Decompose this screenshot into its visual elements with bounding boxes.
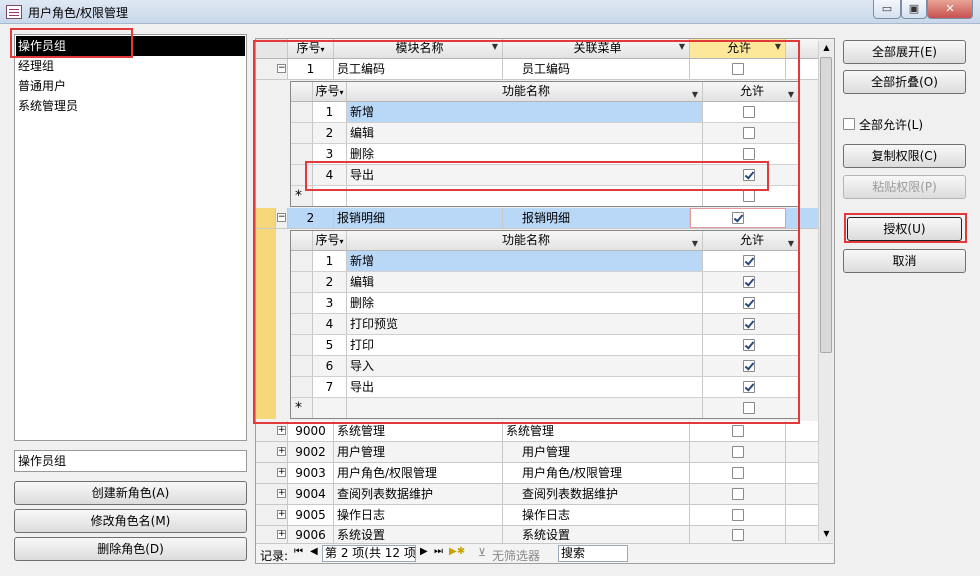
first-record-icon[interactable]: ⏮	[294, 546, 303, 557]
scroll-up-icon[interactable]: ▲	[821, 41, 832, 55]
table-row[interactable]: + 9002 用户管理 用户管理	[256, 442, 818, 463]
window-title: 用户角色/权限管理	[28, 6, 129, 20]
close-icon[interactable]: ✕	[927, 0, 973, 19]
cell-allow	[690, 484, 786, 504]
search-input[interactable]: 搜索	[558, 545, 628, 562]
collapse-all-button[interactable]: 全部折叠(O)	[843, 70, 966, 94]
app-icon	[6, 5, 22, 19]
cell-module: 查阅列表数据维护	[334, 484, 503, 504]
cell-allow	[690, 505, 786, 525]
cell-module: 用户管理	[334, 442, 503, 462]
table-row[interactable]: + 9000 系统管理 系统管理	[256, 421, 818, 442]
cell-menu: 操作日志	[503, 505, 690, 525]
next-record-icon[interactable]: ▶	[420, 546, 428, 557]
table-row[interactable]: + 9003 用户角色/权限管理 用户角色/权限管理	[256, 463, 818, 484]
checkbox[interactable]	[732, 467, 744, 479]
rename-role-button[interactable]: 修改角色名(M)	[14, 509, 247, 533]
checkbox[interactable]	[843, 118, 855, 130]
highlight-box	[10, 28, 133, 58]
table-row[interactable]: + 9004 查阅列表数据维护 查阅列表数据维护	[256, 484, 818, 505]
checkbox[interactable]	[732, 446, 744, 458]
expand-icon[interactable]: +	[277, 426, 286, 435]
expand-icon[interactable]: +	[277, 510, 286, 519]
cell-allow	[690, 421, 786, 441]
cell-allow	[690, 463, 786, 483]
role-list[interactable]: 操作员组 经理组 普通用户 系统管理员	[14, 34, 247, 441]
cell-menu: 系统设置	[503, 526, 690, 543]
expand-icon[interactable]: +	[277, 447, 286, 456]
cell-seq: 9004	[288, 484, 334, 504]
cell-module: 系统管理	[334, 421, 503, 441]
table-row[interactable]: + 9005 操作日志 操作日志	[256, 505, 818, 526]
record-position-input[interactable]: 第 2 项(共 12 项	[322, 545, 416, 562]
role-item[interactable]: 系统管理员	[16, 96, 245, 116]
checkbox[interactable]	[732, 488, 744, 500]
checkbox[interactable]	[732, 425, 744, 437]
highlight-box	[305, 161, 769, 191]
paste-permissions-button[interactable]: 粘贴权限(P)	[843, 175, 966, 199]
scroll-down-icon[interactable]: ▼	[821, 527, 832, 541]
checkbox[interactable]	[732, 509, 744, 521]
expand-all-button[interactable]: 全部展开(E)	[843, 40, 966, 64]
title-bar: 用户角色/权限管理 ▭ ▣ ✕	[0, 0, 980, 24]
create-role-button[interactable]: 创建新角色(A)	[14, 481, 247, 505]
cell-menu: 系统管理	[503, 421, 690, 441]
filter-label[interactable]: 无筛选器	[492, 547, 540, 564]
allow-all-checkbox[interactable]: 全部允许(L)	[843, 116, 973, 132]
cell-seq: 9005	[288, 505, 334, 525]
expand-icon[interactable]: +	[277, 530, 286, 539]
highlight-box	[844, 213, 967, 243]
table-row[interactable]: + 9006 系统设置 系统设置	[256, 526, 818, 543]
highlight-box	[253, 40, 800, 424]
role-name-input[interactable]: 操作员组	[14, 450, 247, 472]
new-record-icon[interactable]: ▶✱	[449, 546, 465, 557]
delete-role-button[interactable]: 删除角色(D)	[14, 537, 247, 561]
cancel-button[interactable]: 取消	[843, 249, 966, 273]
filter-icon[interactable]: ⊻	[478, 546, 486, 559]
nav-label: 记录:	[260, 549, 289, 563]
copy-permissions-button[interactable]: 复制权限(C)	[843, 144, 966, 168]
cell-seq: 9002	[288, 442, 334, 462]
cell-menu: 用户管理	[503, 442, 690, 462]
cell-allow	[690, 526, 786, 543]
minimize-icon[interactable]: ▭	[873, 0, 901, 19]
vertical-scrollbar[interactable]: ▲ ▼	[818, 41, 833, 541]
cell-module: 操作日志	[334, 505, 503, 525]
cell-module: 用户角色/权限管理	[334, 463, 503, 483]
cell-seq: 9003	[288, 463, 334, 483]
cell-menu: 用户角色/权限管理	[503, 463, 690, 483]
expand-icon[interactable]: +	[277, 489, 286, 498]
role-item[interactable]: 普通用户	[16, 76, 245, 96]
expand-icon[interactable]: +	[277, 468, 286, 477]
scroll-thumb[interactable]	[820, 57, 832, 353]
cell-seq: 9006	[288, 526, 334, 543]
last-record-icon[interactable]: ⏭	[434, 546, 443, 557]
maximize-icon[interactable]: ▣	[901, 0, 927, 19]
allow-all-label: 全部允许(L)	[859, 118, 924, 132]
cell-module: 系统设置	[334, 526, 503, 543]
checkbox[interactable]	[732, 529, 744, 541]
record-navigator: 记录: ⏮ ◀ 第 2 项(共 12 项 ▶ ⏭ ▶✱ ⊻ 无筛选器 搜索	[256, 543, 833, 563]
cell-seq: 9000	[288, 421, 334, 441]
cell-menu: 查阅列表数据维护	[503, 484, 690, 504]
role-item[interactable]: 经理组	[16, 56, 245, 76]
prev-record-icon[interactable]: ◀	[310, 546, 318, 557]
cell-allow	[690, 442, 786, 462]
